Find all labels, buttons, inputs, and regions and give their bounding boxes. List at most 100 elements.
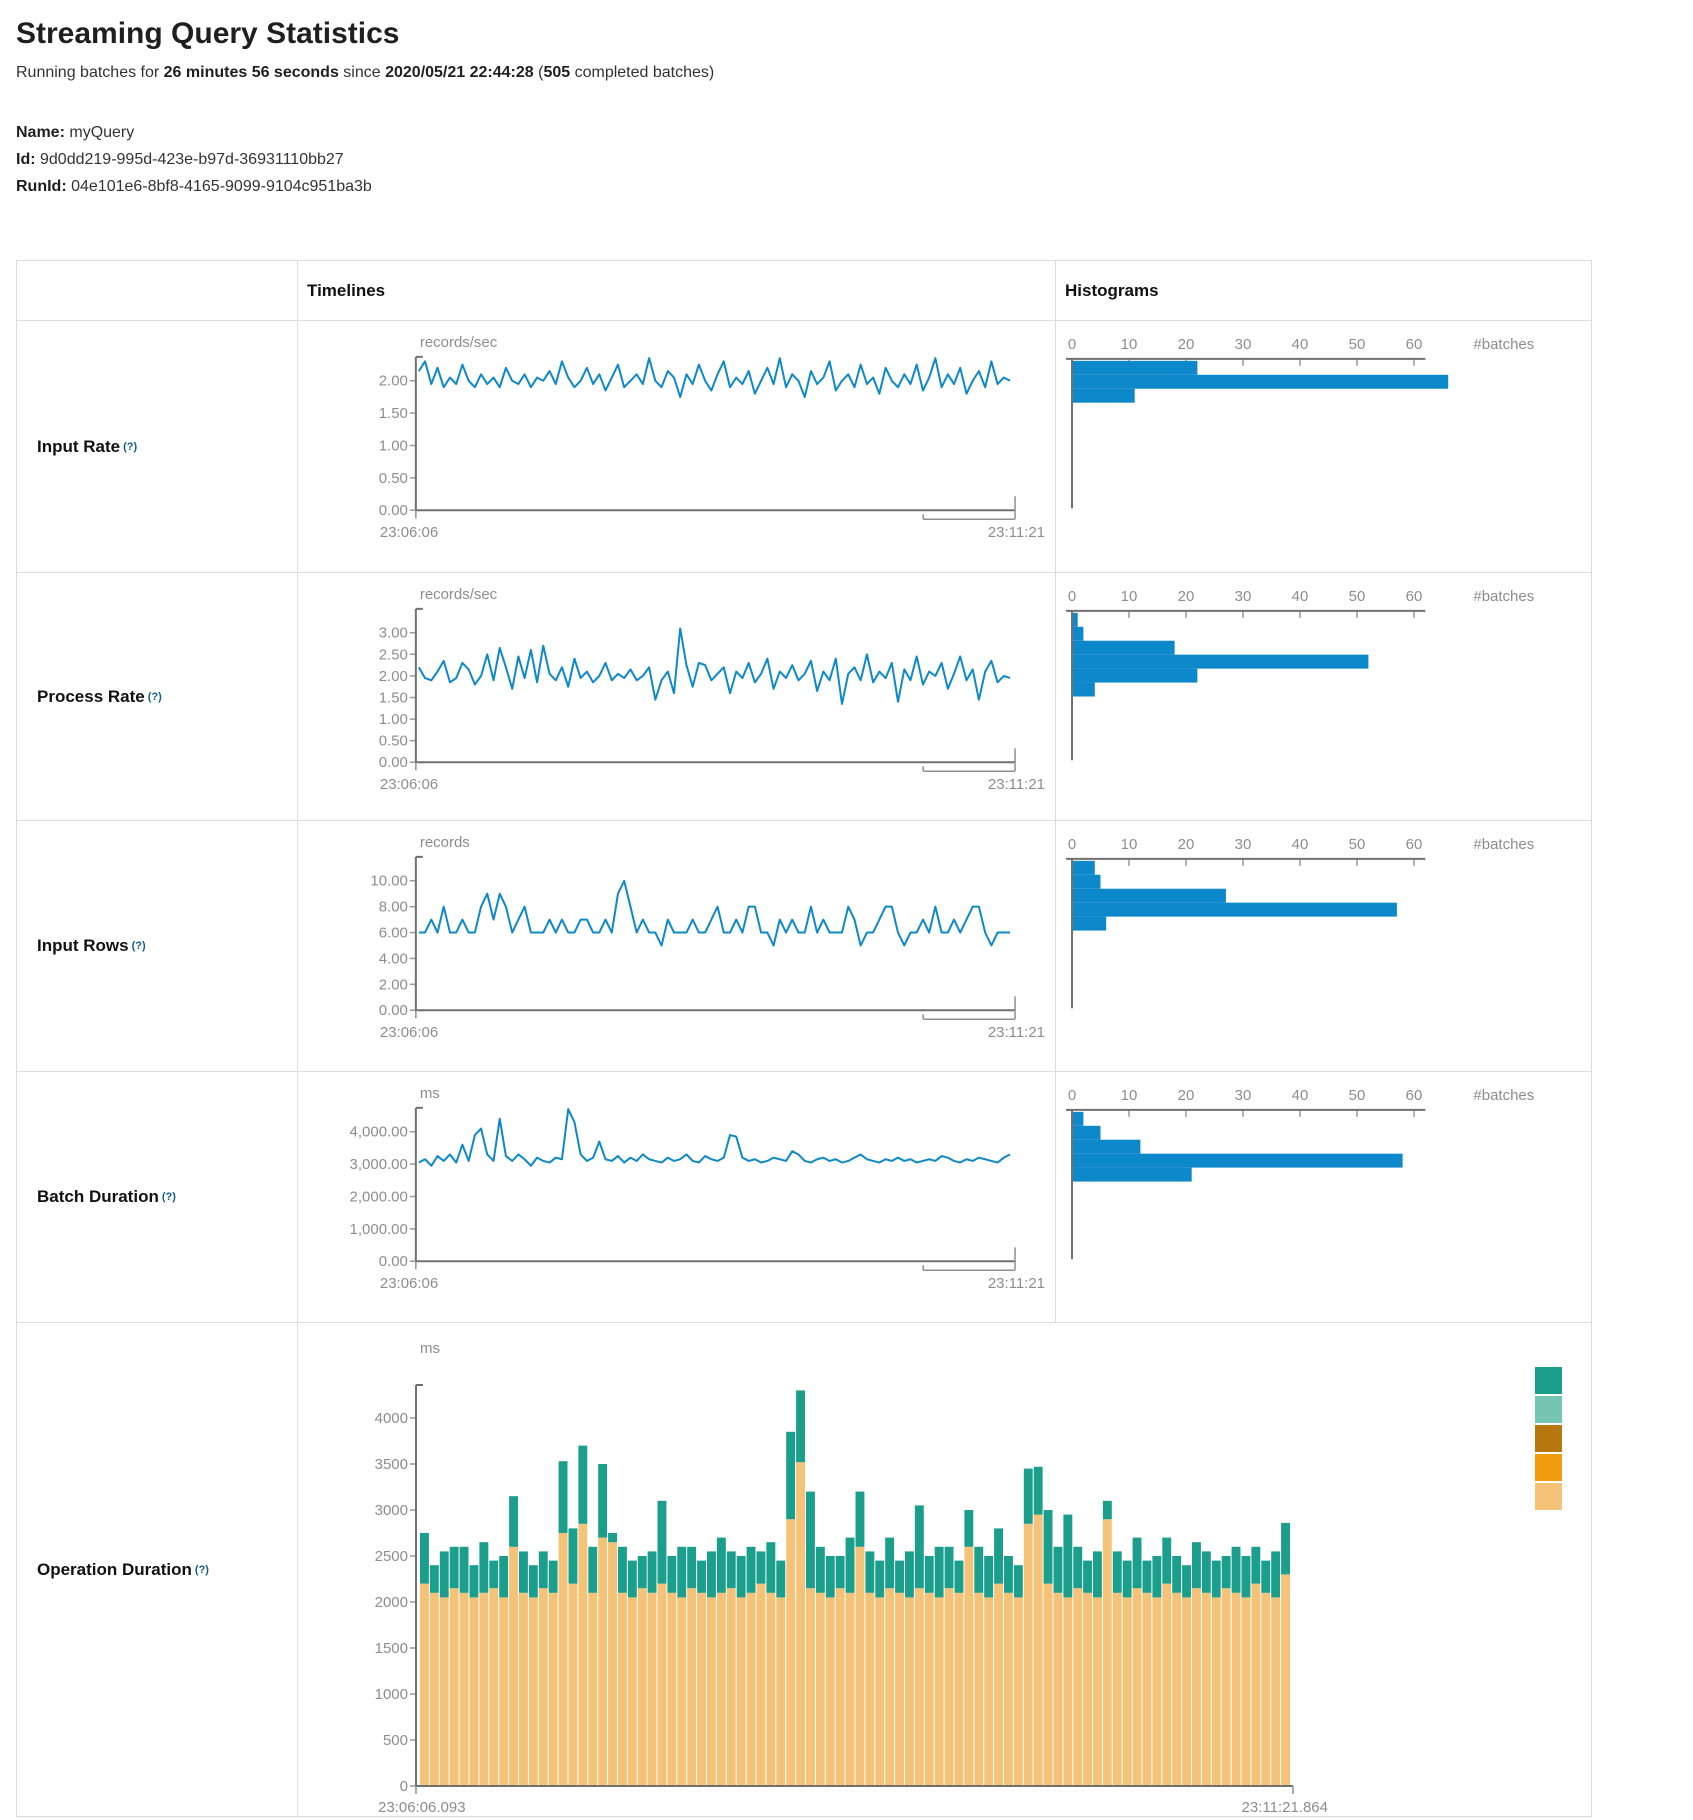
svg-text:10: 10 [1121,1087,1138,1104]
running-summary: Running batches for 26 minutes 56 second… [16,63,1693,83]
query-id-line: Id: 9d0dd219-995d-423e-b97d-36931110bb27 [16,146,1693,173]
svg-text:4.00: 4.00 [379,950,408,967]
svg-text:50: 50 [1349,836,1366,853]
svg-text:10.00: 10.00 [370,873,407,890]
input-rows-timeline-cell: records10.008.006.004.002.000.0023:06:06… [298,821,1056,1072]
svg-text:3000: 3000 [375,1502,408,1519]
row-label-input-rate: Input Rate (?) [17,321,298,573]
svg-text:ms: ms [420,1085,440,1102]
svg-text:0.00: 0.00 [379,1253,408,1270]
svg-text:30: 30 [1235,588,1252,605]
input-rate-histogram-cell: 0102030405060#batches [1056,321,1591,573]
query-name-value: myQuery [69,124,134,141]
running-batch-count: 505 [543,64,570,81]
svg-text:60: 60 [1406,588,1423,605]
svg-text:2000: 2000 [375,1594,408,1611]
input-rows-histogram-cell: 0102030405060#batches [1056,821,1591,1072]
svg-text:0.00: 0.00 [379,502,408,519]
process-rate-help-icon[interactable]: (?) [148,691,162,703]
svg-text:20: 20 [1178,836,1195,853]
input-rows-timeline-chart: records10.008.006.004.002.000.0023:06:06… [298,821,1055,1071]
svg-text:50: 50 [1349,336,1366,353]
svg-text:40: 40 [1292,1087,1309,1104]
running-open-paren: ( [534,64,544,81]
process-rate-histogram-cell: 0102030405060#batches [1056,573,1591,821]
svg-text:2.00: 2.00 [379,668,408,685]
svg-text:23:06:06: 23:06:06 [380,524,438,541]
query-id-value: 9d0dd219-995d-423e-b97d-36931110bb27 [40,151,344,168]
svg-text:3.00: 3.00 [379,625,408,642]
svg-text:23:11:21: 23:11:21 [988,1275,1045,1292]
svg-text:records/sec: records/sec [420,586,498,603]
svg-text:1.50: 1.50 [379,405,408,422]
svg-text:1,000.00: 1,000.00 [350,1221,408,1238]
running-suffix: completed batches) [570,64,714,81]
row-label-input-rows: Input Rows (?) [17,821,298,1072]
operation-duration-help-icon[interactable]: (?) [195,1564,209,1576]
svg-text:23:06:06: 23:06:06 [380,1024,438,1041]
process-rate-label: Process Rate [37,687,145,707]
batch-duration-help-icon[interactable]: (?) [162,1191,176,1203]
operation-duration-chart-cell: ms4000350030002500200015001000500023:06:… [298,1323,1591,1816]
svg-text:2500: 2500 [375,1548,408,1565]
running-duration: 26 minutes 56 seconds [164,64,339,81]
svg-text:60: 60 [1406,1087,1423,1104]
svg-text:records: records [420,834,470,851]
batch-duration-timeline-cell: ms 4,000.00 3,000.00 2,000.00 1,000.00 0.00 23… [298,1072,1056,1323]
input-rows-label: Input Rows [37,936,129,956]
page-title: Streaming Query Statistics [16,16,1693,51]
svg-text:0: 0 [1068,588,1076,605]
svg-text:0.50: 0.50 [379,733,408,750]
svg-text:1500: 1500 [375,1640,408,1657]
svg-text:23:11:21: 23:11:21 [988,524,1045,541]
query-name-label: Name: [16,124,65,141]
svg-text:#batches: #batches [1473,1087,1534,1104]
svg-text:40: 40 [1292,836,1309,853]
svg-text:20: 20 [1178,588,1195,605]
svg-text:23:06:06.093: 23:06:06.093 [378,1799,466,1816]
process-rate-histogram-chart: 0102030405060#batches [1056,573,1591,820]
query-meta: Name: myQuery Id: 9d0dd219-995d-423e-b97… [16,119,1693,200]
svg-text:30: 30 [1235,336,1252,353]
running-middle: since [339,64,385,81]
input-rate-help-icon[interactable]: (?) [123,441,137,453]
svg-text:500: 500 [383,1732,408,1749]
svg-text:6.00: 6.00 [379,925,408,942]
svg-text:1.00: 1.00 [379,438,408,455]
svg-text:23:06:06: 23:06:06 [380,776,438,793]
query-id-label: Id: [16,151,36,168]
input-rows-help-icon[interactable]: (?) [132,940,146,952]
svg-text:1000: 1000 [375,1686,408,1703]
svg-text:0.00: 0.00 [379,1002,408,1019]
svg-text:30: 30 [1235,836,1252,853]
input-rate-timeline-chart: records/sec2.001.501.000.500.0023:06:062… [298,321,1055,572]
svg-text:0.00: 0.00 [379,754,408,771]
svg-text:2,000.00: 2,000.00 [350,1188,408,1205]
query-runid-line: RunId: 04e101e6-8bf8-4165-9099-9104c951b… [16,173,1693,200]
input-rate-histogram-chart: 0102030405060#batches [1056,321,1591,572]
svg-text:23:11:21: 23:11:21 [988,1024,1045,1041]
process-rate-timeline-chart: records/sec3.002.502.001.501.000.500.002… [298,573,1055,820]
row-label-process-rate: Process Rate (?) [17,573,298,821]
svg-text:4,000.00: 4,000.00 [350,1124,408,1141]
svg-text:20: 20 [1178,1087,1195,1104]
header-timelines: Timelines [298,261,1056,321]
svg-text:8.00: 8.00 [379,899,408,916]
svg-text:30: 30 [1235,1087,1252,1104]
batch-duration-timeline-chart: ms 4,000.00 3,000.00 2,000.00 1,000.00 0.00 23… [298,1072,1055,1322]
svg-text:3500: 3500 [375,1456,408,1473]
svg-text:#batches: #batches [1473,836,1534,853]
batch-duration-histogram-cell: 0102030405060#batches [1056,1072,1591,1323]
query-runid-label: RunId: [16,178,67,195]
svg-text:10: 10 [1121,336,1138,353]
svg-text:#batches: #batches [1473,588,1534,605]
process-rate-timeline-cell: records/sec3.002.502.001.501.000.500.002… [298,573,1056,821]
svg-text:3,000.00: 3,000.00 [350,1156,408,1173]
svg-text:0: 0 [1068,336,1076,353]
svg-text:1.00: 1.00 [379,711,408,728]
svg-text:0.50: 0.50 [379,470,408,487]
batch-duration-label: Batch Duration [37,1187,159,1207]
svg-text:40: 40 [1292,588,1309,605]
svg-text:23:11:21: 23:11:21 [988,776,1045,793]
svg-text:50: 50 [1349,588,1366,605]
